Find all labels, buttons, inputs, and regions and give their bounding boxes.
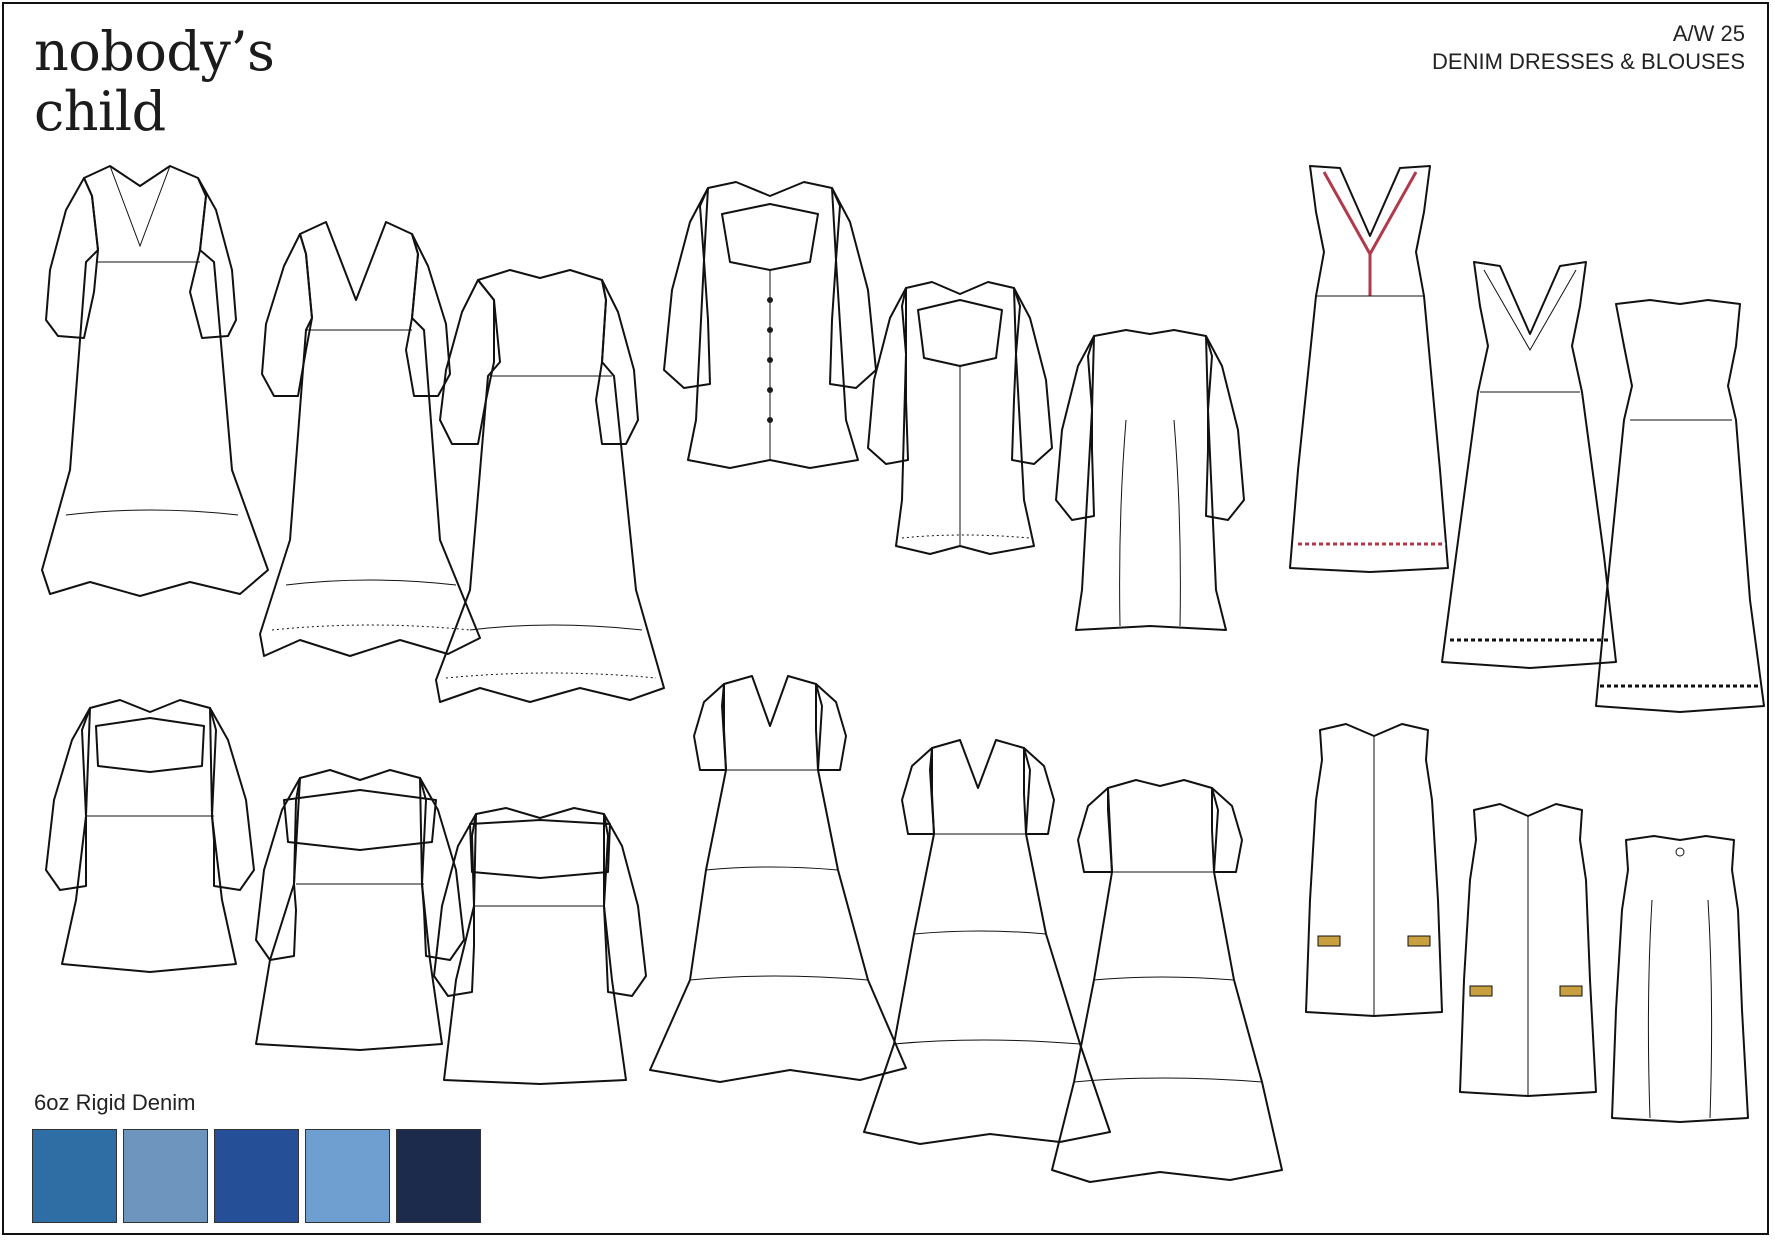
garment-shift-dress-back — [1611, 835, 1749, 1123]
garment-embroidered-maxi-front — [1441, 261, 1617, 669]
garment-empire-maxi-front — [259, 221, 481, 657]
swatch-mid-blue-wash — [32, 1129, 117, 1223]
garment-sailor-mini-denim — [45, 699, 255, 973]
garment-collar-mini-back — [1055, 329, 1245, 631]
technical-sketches — [41, 165, 1765, 1183]
garment-embroidered-maxi-denim — [1289, 165, 1449, 573]
dress-body — [41, 165, 269, 597]
swatch-bleach-blue — [305, 1129, 390, 1223]
garment-collar-mini-front — [867, 281, 1053, 555]
garment-embroidered-maxi-back — [1595, 299, 1765, 713]
swatch-light-twill-wash — [123, 1129, 208, 1223]
right-sleeve — [189, 177, 237, 339]
garment-tiered-maxi-back — [1051, 779, 1283, 1183]
garment-sailor-mini-back — [433, 807, 647, 1085]
fabric-label: 6oz Rigid Denim — [34, 1090, 196, 1115]
garment-collar-mini-denim — [663, 181, 877, 469]
garment-empire-maxi-back — [435, 269, 665, 703]
fabric-swatches — [32, 1129, 481, 1223]
garment-tiered-maxi-denim — [649, 675, 907, 1083]
swatch-deep-indigo — [214, 1129, 299, 1223]
garment-shift-dress-front — [1459, 803, 1597, 1097]
garment-sailor-mini-front — [255, 769, 465, 1051]
swatch-raw-dark-indigo — [396, 1129, 481, 1223]
garment-shift-dress-denim — [1305, 723, 1443, 1017]
garment-empire-maxi-denim — [41, 165, 269, 597]
